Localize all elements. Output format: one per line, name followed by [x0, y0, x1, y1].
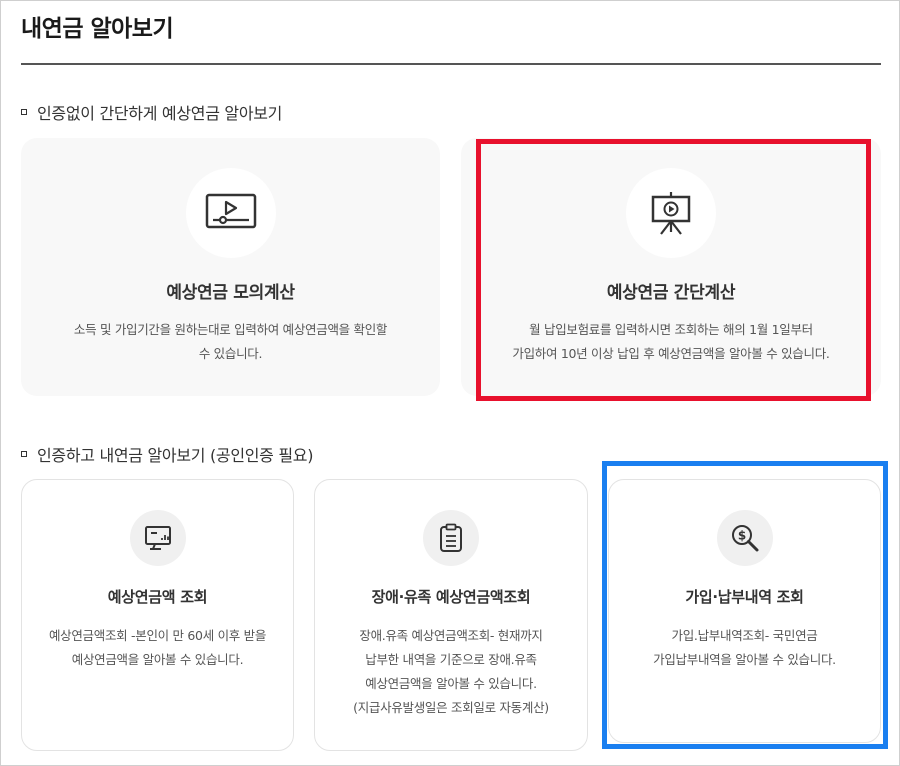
dollar-search-icon: $ [716, 510, 773, 566]
card-expected-pension-inquiry[interactable]: 예상연금액 조회 예상연금액조회 -본인이 만 60세 이후 받을 예상연금액을… [21, 479, 294, 751]
card-description: 월 납입보험료를 입력하시면 조회하는 해의 1월 1일부터 가입하여 10년 … [512, 322, 830, 361]
card-title: 예상연금 간단계산 [606, 283, 736, 303]
square-bullet-icon [21, 109, 27, 115]
section-heading-text: 인증하고 내연금 알아보기 (공인인증 필요) [37, 446, 314, 465]
card-description: 예상연금액조회 -본인이 만 60세 이후 받을 예상연금액을 알아볼 수 있습… [48, 628, 267, 667]
presentation-board-icon [626, 168, 716, 258]
card-title: 예상연금 모의계산 [166, 283, 295, 303]
card-pension-quick-calc[interactable]: 예상연금 간단계산 월 납입보험료를 입력하시면 조회하는 해의 1월 1일부터… [461, 138, 881, 396]
clipboard-icon [423, 510, 479, 566]
card-description: 소득 및 가입기간을 원하는대로 입력하여 예상연금액을 확인할 수 있습니다. [73, 322, 388, 361]
card-title: 장애·유족 예상연금액조회 [371, 588, 531, 606]
square-bullet-icon [21, 451, 27, 457]
card-description: 장애.유족 예상연금액조회- 현재까지 납부한 내역을 기준으로 장애.유족 예… [353, 628, 549, 715]
card-pension-simulation[interactable]: 예상연금 모의계산 소득 및 가입기간을 원하는대로 입력하여 예상연금액을 확… [21, 138, 440, 396]
card-disability-survivor-inquiry[interactable]: 장애·유족 예상연금액조회 장애.유족 예상연금액조회- 현재까지 납부한 내역… [314, 479, 588, 751]
title-divider [21, 63, 881, 65]
card-subscription-payment-history[interactable]: $ 가입·납부내역 조회 가입.납부내역조회- 국민연금 가입납부내역을 알아볼… [608, 479, 881, 743]
card-title: 예상연금액 조회 [107, 588, 208, 606]
card-title: 가입·납부내역 조회 [685, 588, 804, 606]
card-description: 가입.납부내역조회- 국민연금 가입납부내역을 알아볼 수 있습니다. [653, 628, 836, 667]
section-heading-text: 인증없이 간단하게 예상연금 알아보기 [37, 104, 283, 123]
svg-text:$: $ [737, 529, 745, 543]
page-title: 내연금 알아보기 [21, 16, 174, 42]
section-heading-no-auth: 인증없이 간단하게 예상연금 알아보기 [21, 100, 282, 124]
page-frame: 내연금 알아보기 인증없이 간단하게 예상연금 알아보기 예상연금 모의계산 소… [0, 0, 900, 766]
section-heading-with-auth: 인증하고 내연금 알아보기 (공인인증 필요) [21, 442, 313, 466]
video-play-icon [185, 168, 276, 258]
monitor-chart-icon [129, 510, 186, 566]
